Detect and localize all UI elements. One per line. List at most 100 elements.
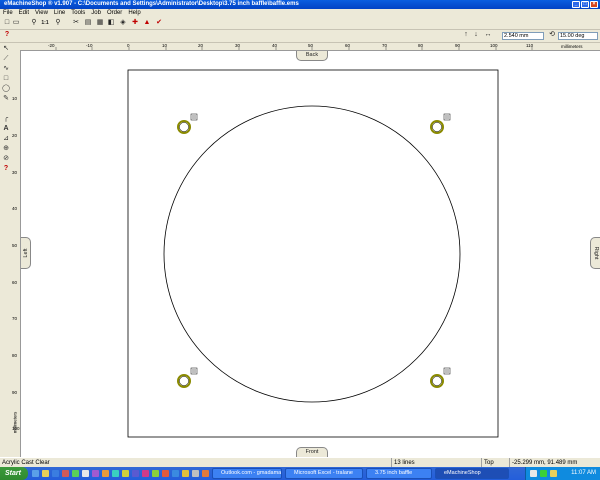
menu-edit[interactable]: Edit [16, 9, 32, 18]
circle-tool-icon[interactable]: ◯ [2, 85, 10, 93]
show-desktop-icon[interactable] [32, 470, 39, 477]
task-excel[interactable]: Microsoft Excel - tralane [285, 468, 363, 479]
front-view-tab[interactable]: Front [296, 447, 328, 457]
cut-icon[interactable]: ✂ [72, 19, 80, 27]
status-line-count: 13 lines [392, 458, 482, 467]
menu-view[interactable]: View [32, 9, 51, 18]
rectangle-tool-icon[interactable]: □ [2, 75, 10, 83]
mount-hole-bottom-right[interactable] [430, 367, 451, 388]
ruler-y-unit: millimeters [12, 411, 18, 434]
check-icon[interactable]: ✔ [155, 19, 163, 27]
material-icon[interactable]: ◈ [119, 19, 127, 27]
vertical-ruler: 10 20 30 40 50 60 70 80 90 100 millimete… [12, 50, 21, 457]
task-baffle-folder[interactable]: 3.75 inch baffle [366, 468, 432, 479]
app-icon[interactable] [62, 470, 69, 477]
menu-file[interactable]: File [0, 9, 16, 18]
arrow-up-icon[interactable]: ↑ [462, 31, 470, 39]
print-icon[interactable]: ▤ [84, 19, 92, 27]
app-icon[interactable] [122, 470, 129, 477]
ruler-y-label: 20 [12, 133, 18, 138]
menu-line[interactable]: Line [51, 9, 68, 18]
app-icon[interactable] [192, 470, 199, 477]
task-emachineshop[interactable]: eMachineShop [435, 468, 509, 479]
menu-order[interactable]: Order [104, 9, 125, 18]
text-tool-icon[interactable]: A [2, 125, 10, 133]
hole-tool-icon[interactable]: ⊕ [2, 145, 10, 153]
app-icon[interactable] [202, 470, 209, 477]
minimize-button[interactable]: _ [572, 1, 580, 8]
app-icon[interactable] [182, 470, 189, 477]
app-icon[interactable] [72, 470, 79, 477]
bend-tool-icon[interactable]: ⊿ [2, 135, 10, 143]
menu-tools[interactable]: Tools [68, 9, 88, 18]
properties-icon[interactable]: ▦ [96, 19, 104, 27]
select-tool-icon[interactable]: ↖ [2, 45, 10, 53]
help-tool-icon[interactable]: ? [2, 165, 10, 173]
curve-tool-icon[interactable]: ∿ [2, 65, 10, 73]
rotation-angle-field[interactable]: 15.00 deg [558, 32, 598, 40]
step-distance-field[interactable]: 2.540 mm [502, 32, 544, 40]
mount-hole-top-right[interactable] [430, 113, 451, 134]
menu-job[interactable]: Job [88, 9, 104, 18]
start-button[interactable]: Start [0, 467, 28, 480]
new-icon[interactable]: □ [3, 19, 11, 27]
tray-icon[interactable] [540, 470, 547, 477]
main-toolbar: □ ▭ ⚲ 1:1 ⚲ ✂ ▤ ▦ ◧ ◈ ✚ ▲ ✔ [0, 18, 600, 30]
horizontal-ruler: -20 -10 0 10 20 30 40 50 60 70 80 90 100… [12, 43, 600, 51]
task-outlook[interactable]: Outlook.com - gmadama... [212, 468, 282, 479]
horizontal-ruler-ticks [55, 47, 533, 50]
close-button[interactable]: × [590, 1, 598, 8]
ruler-x-label: 90 [455, 43, 461, 48]
right-view-label: Right [593, 246, 599, 260]
app-icon[interactable] [132, 470, 139, 477]
3d-view-icon[interactable]: ▲ [143, 19, 151, 27]
menu-bar: File Edit View Line Tools Job Order Help [0, 9, 600, 18]
arrow-left-right-icon[interactable]: ↔ [484, 31, 492, 39]
app-icon[interactable] [112, 470, 119, 477]
fillet-tool-icon[interactable]: ╭ [2, 115, 10, 123]
ruler-y-label: 50 [12, 243, 18, 248]
baffle-cutout-circle[interactable] [163, 105, 461, 403]
ruler-x-label: 70 [382, 43, 388, 48]
ruler-y-label: 40 [12, 206, 18, 211]
app-icon[interactable] [102, 470, 109, 477]
zoom-icon[interactable]: ⚲ [30, 19, 38, 27]
help-icon[interactable]: ? [3, 31, 11, 39]
mount-hole-bottom-left[interactable] [177, 367, 198, 388]
menu-help[interactable]: Help [125, 9, 143, 18]
measure-tool-icon[interactable]: ⊘ [2, 155, 10, 163]
volume-icon[interactable] [550, 470, 557, 477]
line-tool-icon[interactable]: ⟋ [2, 55, 10, 63]
ruler-y-label: 90 [12, 390, 18, 395]
open-icon[interactable]: ▭ [12, 19, 20, 27]
app-icon[interactable] [82, 470, 89, 477]
title-bar: eMachineShop ® v1.907 - C:\Documents and… [0, 0, 600, 9]
app-icon[interactable] [92, 470, 99, 477]
maximize-button[interactable]: □ [581, 1, 589, 8]
explorer-icon[interactable] [42, 470, 49, 477]
status-coordinates: -25.299 mm, 91.489 mm [512, 460, 578, 466]
taskbar: Start Outlook.com - gmadama... Microsoft… [0, 467, 600, 480]
ruler-x-label: 100 [490, 43, 498, 48]
right-view-tab[interactable]: Right [590, 237, 600, 269]
app-icon[interactable] [152, 470, 159, 477]
ruler-y-label: 60 [12, 280, 18, 285]
fit-icon[interactable]: 1:1 [41, 19, 49, 27]
app-icon[interactable] [142, 470, 149, 477]
rotate-icon[interactable]: ⟲ [548, 31, 556, 39]
tray-icon[interactable] [530, 470, 537, 477]
price-icon[interactable]: ✚ [131, 19, 139, 27]
ie-icon[interactable] [52, 470, 59, 477]
app-icon[interactable] [172, 470, 179, 477]
layers-icon[interactable]: ◧ [107, 19, 115, 27]
arrow-down-icon[interactable]: ↓ [472, 31, 480, 39]
left-view-tab[interactable]: Left [21, 237, 31, 269]
drawing-svg[interactable] [21, 51, 600, 457]
drawing-canvas[interactable] [21, 51, 600, 457]
ruler-x-label: 30 [235, 43, 241, 48]
app-icon[interactable] [162, 470, 169, 477]
back-view-tab[interactable]: Back [296, 51, 328, 61]
zoom-area-icon[interactable]: ⚲ [54, 19, 62, 27]
pencil-tool-icon[interactable]: ✎ [2, 95, 10, 103]
mount-hole-top-left[interactable] [177, 113, 198, 134]
